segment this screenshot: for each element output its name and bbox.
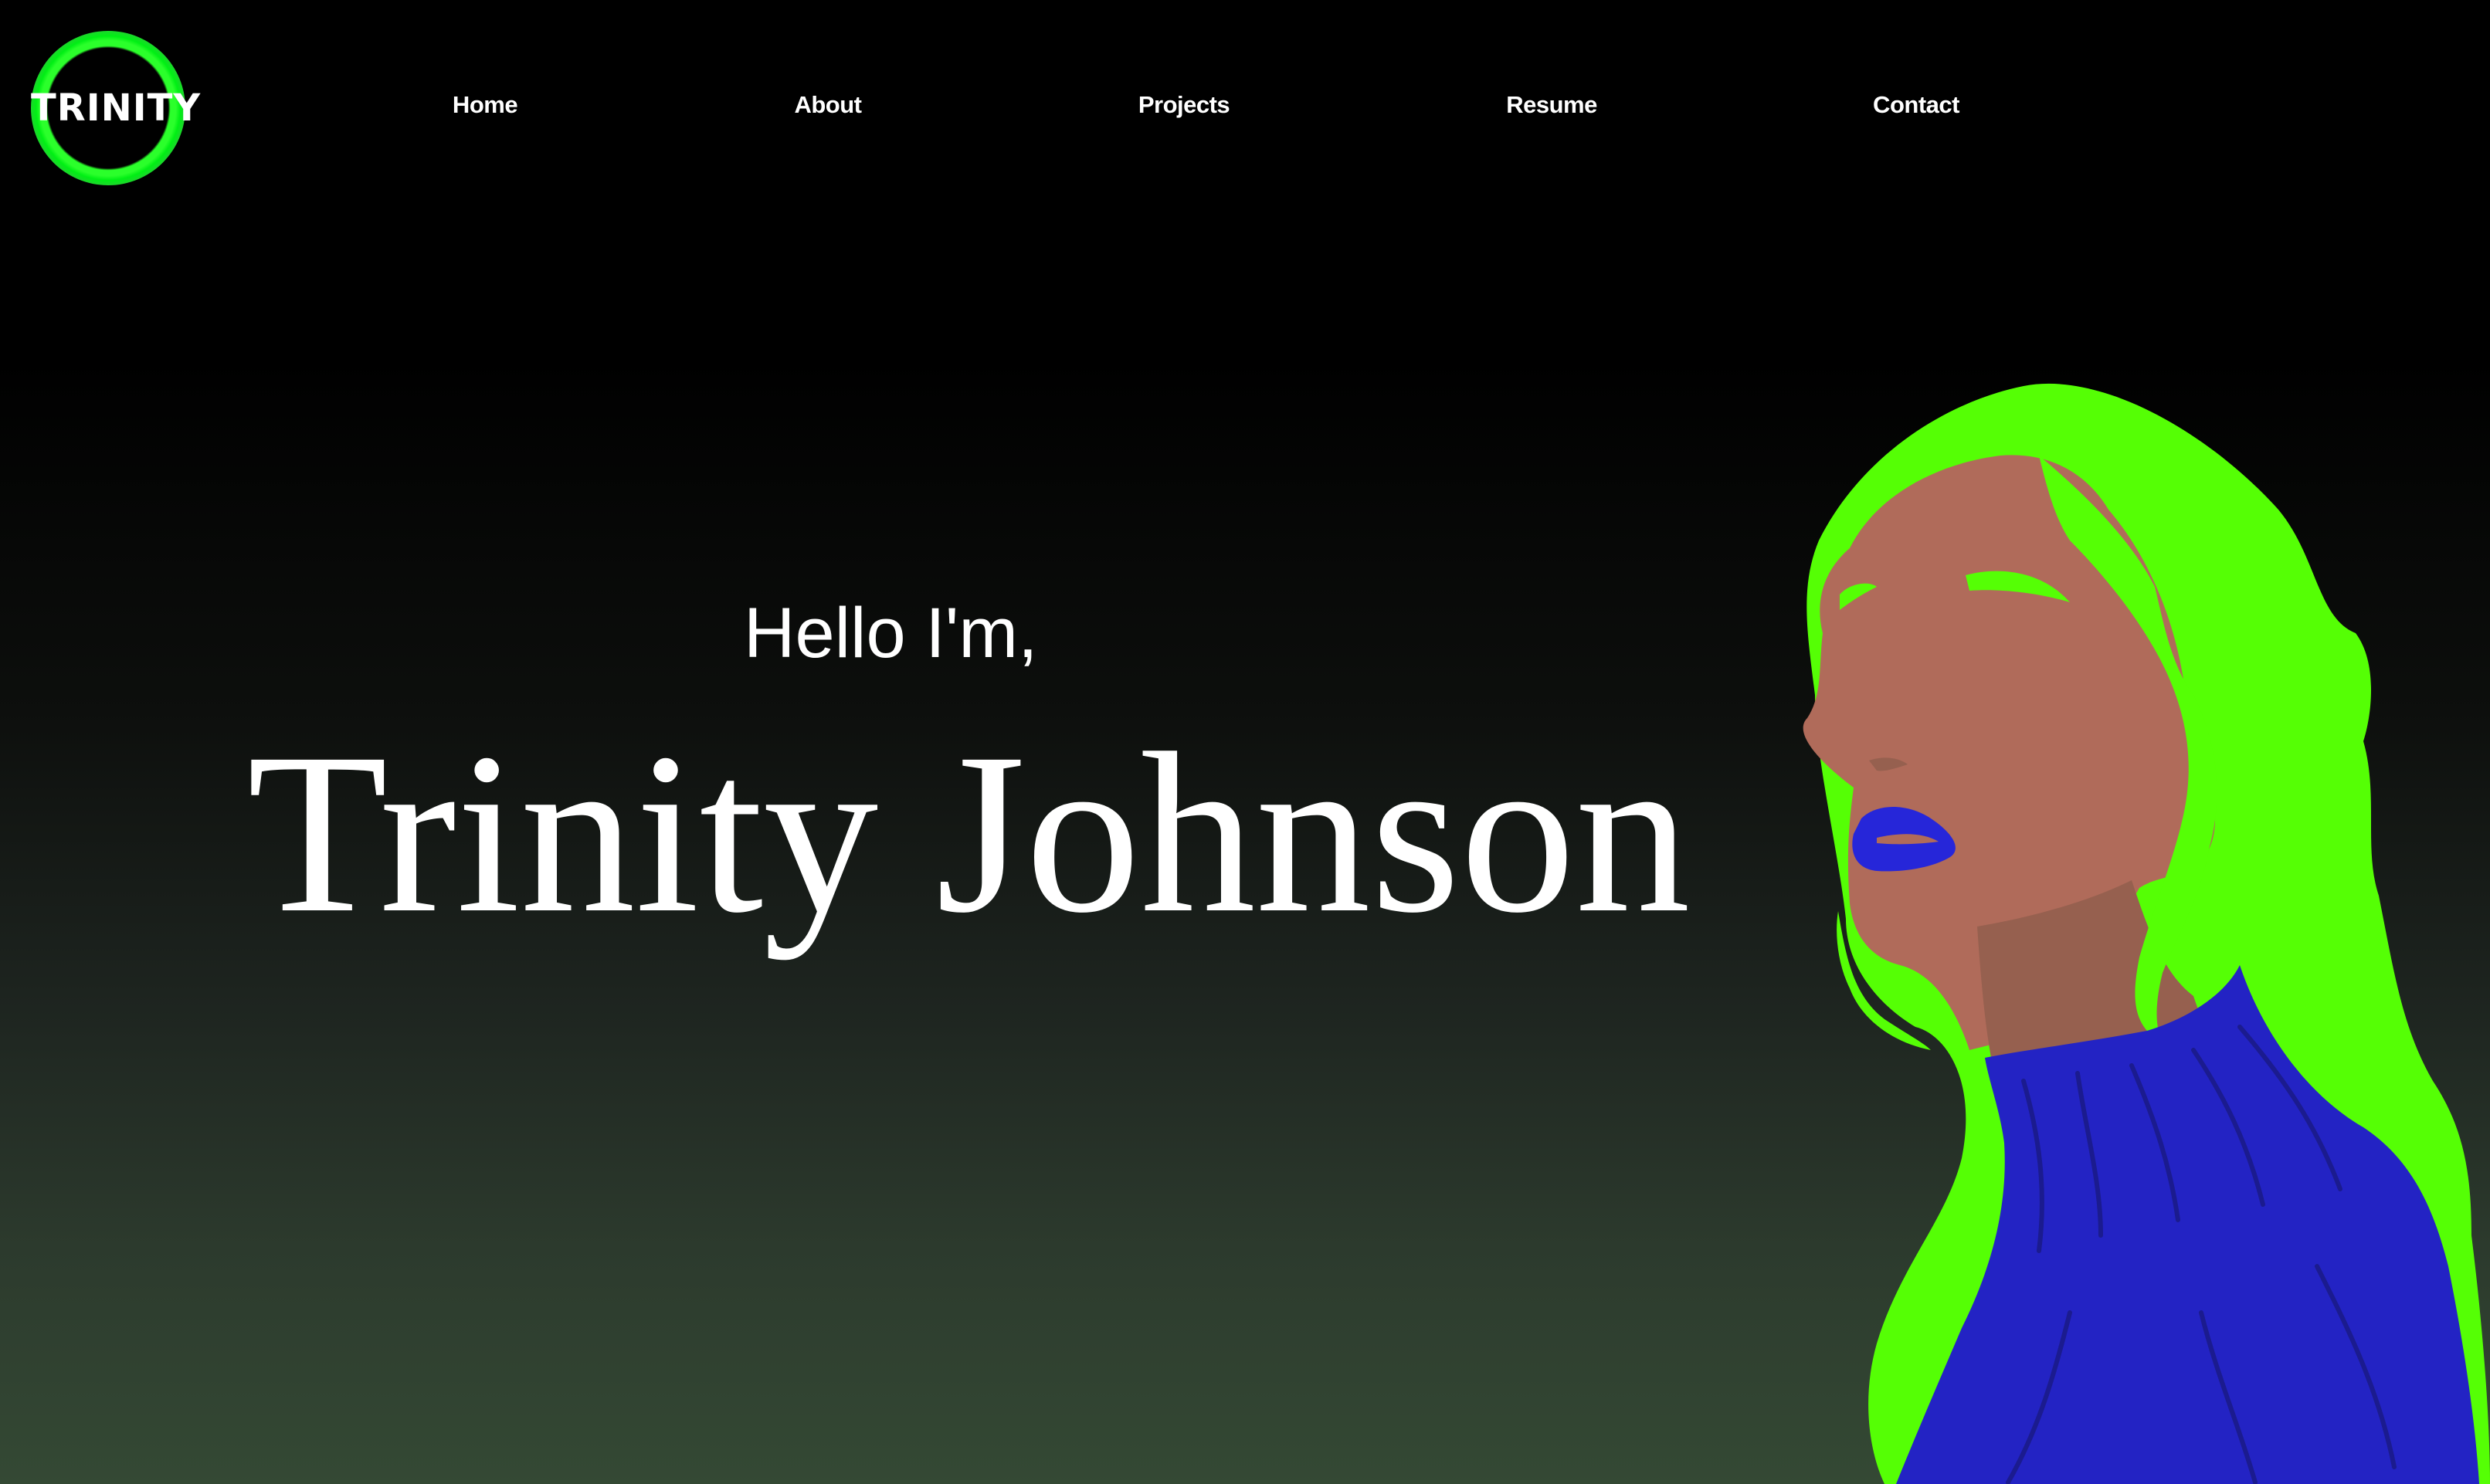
nav-link-about[interactable]: About — [794, 91, 862, 119]
nav-link-contact[interactable]: Contact — [1873, 91, 1959, 119]
main-nav: Home About Projects Resume Contact — [0, 91, 2490, 122]
nav-link-projects[interactable]: Projects — [1138, 91, 1230, 119]
hero-name: Trinity Johnson — [247, 706, 1691, 961]
hero-greeting: Hello I'm, — [744, 594, 1038, 673]
nav-link-resume[interactable]: Resume — [1506, 91, 1597, 119]
nav-link-home[interactable]: Home — [453, 91, 518, 119]
woman-portrait-illustration — [1803, 383, 2490, 1484]
